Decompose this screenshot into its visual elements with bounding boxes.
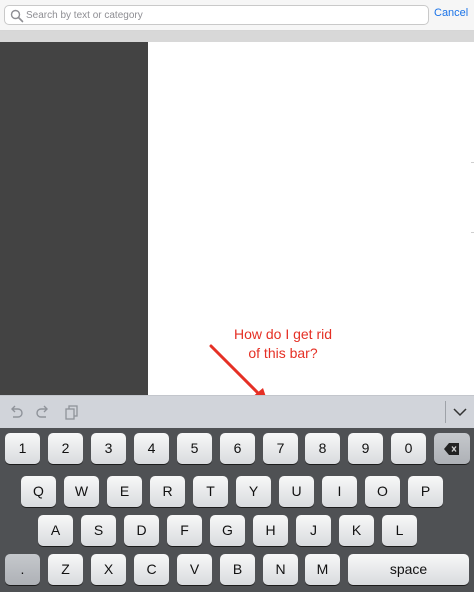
- key-h[interactable]: H: [253, 515, 288, 546]
- key-f[interactable]: F: [167, 515, 202, 546]
- key-7[interactable]: 7: [263, 433, 298, 464]
- undo-icon[interactable]: [7, 404, 25, 420]
- key-v[interactable]: V: [177, 554, 212, 585]
- key-w[interactable]: W: [64, 476, 99, 507]
- keyboard: 1 2 3 4 5 6 7 8 9 0 Q W E R T Y U I O P …: [0, 428, 474, 592]
- delete-icon: [444, 443, 459, 455]
- key-l[interactable]: L: [382, 515, 417, 546]
- key-q[interactable]: Q: [21, 476, 56, 507]
- key-j[interactable]: J: [296, 515, 331, 546]
- key-t[interactable]: T: [193, 476, 228, 507]
- search-divider-band: [0, 31, 474, 42]
- delete-key[interactable]: [434, 433, 470, 464]
- key-n[interactable]: N: [263, 554, 298, 585]
- key-i[interactable]: I: [322, 476, 357, 507]
- paste-icon[interactable]: [63, 404, 81, 420]
- keyboard-shortcut-bar: [0, 395, 474, 429]
- key-y[interactable]: Y: [236, 476, 271, 507]
- search-field[interactable]: [4, 5, 429, 25]
- key-z[interactable]: Z: [48, 554, 83, 585]
- key-a[interactable]: A: [38, 515, 73, 546]
- key-x[interactable]: X: [91, 554, 126, 585]
- key-9[interactable]: 9: [348, 433, 383, 464]
- dismiss-keyboard-icon[interactable]: [451, 404, 469, 420]
- key-5[interactable]: 5: [177, 433, 212, 464]
- shortcut-separator: [445, 401, 446, 423]
- sidebar-panel: [0, 42, 148, 395]
- key-period[interactable]: .: [5, 554, 40, 585]
- key-0[interactable]: 0: [391, 433, 426, 464]
- search-input[interactable]: [26, 7, 421, 23]
- key-s[interactable]: S: [81, 515, 116, 546]
- key-p[interactable]: P: [408, 476, 443, 507]
- key-m[interactable]: M: [305, 554, 340, 585]
- key-6[interactable]: 6: [220, 433, 255, 464]
- key-g[interactable]: G: [210, 515, 245, 546]
- key-e[interactable]: E: [107, 476, 142, 507]
- space-key[interactable]: space: [348, 554, 469, 585]
- search-icon: [10, 9, 24, 23]
- key-d[interactable]: D: [124, 515, 159, 546]
- key-r[interactable]: R: [150, 476, 185, 507]
- cancel-button[interactable]: Cancel: [434, 7, 468, 19]
- redo-icon[interactable]: [34, 404, 52, 420]
- key-1[interactable]: 1: [5, 433, 40, 464]
- key-2[interactable]: 2: [48, 433, 83, 464]
- search-bar: Cancel: [0, 0, 474, 31]
- key-u[interactable]: U: [279, 476, 314, 507]
- key-4[interactable]: 4: [134, 433, 169, 464]
- key-c[interactable]: C: [134, 554, 169, 585]
- key-8[interactable]: 8: [305, 433, 340, 464]
- key-o[interactable]: O: [365, 476, 400, 507]
- key-k[interactable]: K: [339, 515, 374, 546]
- key-b[interactable]: B: [220, 554, 255, 585]
- key-3[interactable]: 3: [91, 433, 126, 464]
